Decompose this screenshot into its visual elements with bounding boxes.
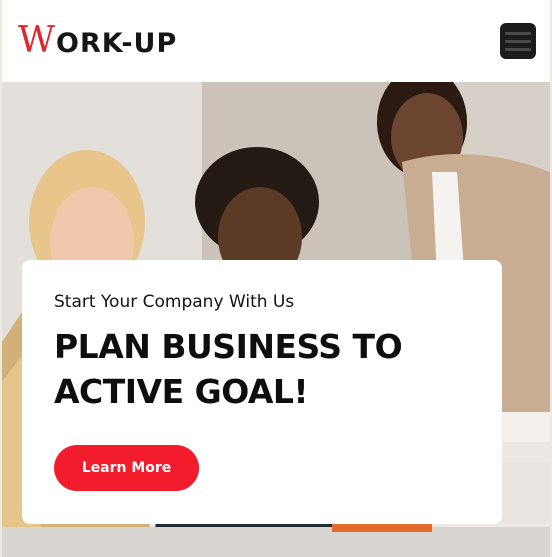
hero-eyebrow: Start Your Company With Us	[54, 292, 295, 312]
learn-more-button[interactable]: Learn More	[54, 445, 199, 491]
logo[interactable]: W ORK-UP	[18, 20, 178, 61]
menu-toggle-button[interactable]	[500, 23, 536, 59]
logo-text: ORK-UP	[56, 28, 178, 59]
hamburger-menu-icon	[505, 31, 531, 35]
site-header: W ORK-UP	[2, 0, 550, 82]
hero-card: Start Your Company With Us PLAN BUSINESS…	[22, 260, 502, 524]
hamburger-menu-icon-line	[505, 47, 531, 51]
page: W ORK-UP Start Your Company With Us PLAN…	[0, 0, 552, 557]
hamburger-menu-icon-line	[505, 39, 531, 43]
hero-title: PLAN BUSINESS TO ACTIVE GOAL!	[54, 327, 403, 411]
logo-mark: W	[18, 20, 56, 61]
hero-section: Start Your Company With Us PLAN BUSINESS…	[2, 82, 550, 557]
